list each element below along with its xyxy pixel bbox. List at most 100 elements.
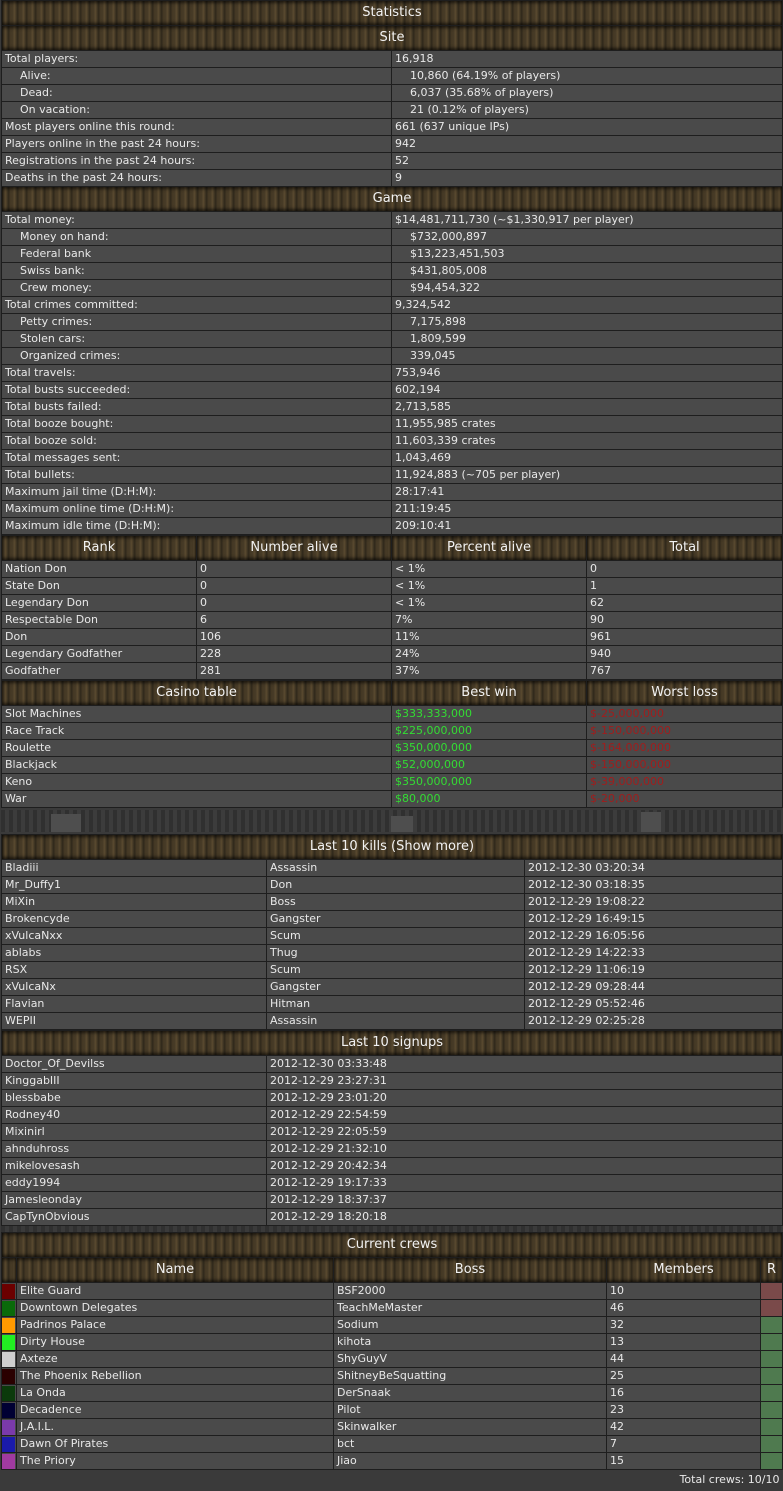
stat-value: 28:17:41 [391, 483, 783, 501]
signup-name[interactable]: ahnduhross [1, 1140, 267, 1158]
victim-name[interactable]: MiXin [1, 893, 267, 911]
signup-name[interactable]: KinggabIII [1, 1072, 267, 1090]
stat-value: 753,946 [391, 364, 783, 382]
crew-boss[interactable]: Jiao [333, 1452, 607, 1470]
crew-color-swatch [1, 1367, 17, 1385]
table-row: Doctor_Of_Devilss 2012-12-30 03:33:48 [1, 1055, 783, 1073]
signup-name[interactable]: CapTynObvious [1, 1208, 267, 1226]
signup-name[interactable]: mikelovesash [1, 1157, 267, 1175]
stat-value: 602,194 [391, 381, 783, 399]
crew-name[interactable]: The Phoenix Rebellion [16, 1367, 334, 1385]
crew-name[interactable]: Padrinos Palace [16, 1316, 334, 1334]
victim-name[interactable]: xVulcaNx [1, 978, 267, 996]
signup-time: 2012-12-30 03:33:48 [266, 1055, 783, 1073]
crew-name[interactable]: Axteze [16, 1350, 334, 1368]
best-win: $225,000,000 [391, 722, 587, 740]
crew-name[interactable]: Downtown Delegates [16, 1299, 334, 1317]
rank-column-header: Number alive [196, 535, 392, 561]
stat-value: 11,603,339 crates [391, 432, 783, 450]
stat-value: 10,860 (64.19% of players) [391, 67, 783, 85]
crew-recruiting-indicator [760, 1299, 783, 1317]
stat-label: Deaths in the past 24 hours: [1, 169, 392, 187]
stat-label: Maximum jail time (D:H:M): [1, 483, 392, 501]
crew-boss[interactable]: kihota [333, 1333, 607, 1351]
signup-name[interactable]: Rodney40 [1, 1106, 267, 1124]
signup-name[interactable]: Doctor_Of_Devilss [1, 1055, 267, 1073]
signup-time: 2012-12-29 21:32:10 [266, 1140, 783, 1158]
stat-label: Total travels: [1, 364, 392, 382]
signups-header: Last 10 signups [1, 1030, 783, 1056]
crew-boss[interactable]: Pilot [333, 1401, 607, 1419]
casino-game: Slot Machines [1, 705, 392, 723]
crew-boss[interactable]: ShitneyBeSquatting [333, 1367, 607, 1385]
rank-cell: 228 [196, 645, 392, 663]
table-row: Blackjack $52,000,000 $-150,000,000 [1, 756, 783, 774]
crew-name[interactable]: Dirty House [16, 1333, 334, 1351]
stat-label: Petty crimes: [1, 313, 392, 331]
victim-name[interactable]: Mr_Duffy1 [1, 876, 267, 894]
site-header: Site [1, 25, 783, 51]
stat-value: 16,918 [391, 50, 783, 68]
crew-boss[interactable]: DerSnaak [333, 1384, 607, 1402]
stat-row: Maximum jail time (D:H:M): 28:17:41 [1, 483, 783, 501]
crew-name[interactable]: The Priory [16, 1452, 334, 1470]
crews-header-row: Name Boss Members R [1, 1257, 783, 1283]
crew-color-swatch [1, 1350, 17, 1368]
crew-name[interactable]: Dawn Of Pirates [16, 1435, 334, 1453]
stat-label: Federal bank [1, 245, 392, 263]
rank-header-row: Rank Number alive Percent alive Total [1, 535, 783, 561]
stat-label: Dead: [1, 84, 392, 102]
table-row: The Phoenix Rebellion ShitneyBeSquatting 2… [1, 1367, 783, 1385]
crew-members: 42 [606, 1418, 761, 1436]
signup-time: 2012-12-29 20:42:34 [266, 1157, 783, 1175]
victim-name[interactable]: Brokencyde [1, 910, 267, 928]
signup-name[interactable]: blessbabe [1, 1089, 267, 1107]
stat-value: 9,324,542 [391, 296, 783, 314]
crew-members: 15 [606, 1452, 761, 1470]
victim-name[interactable]: Bladiii [1, 859, 267, 877]
table-row: Don 106 11% 961 [1, 628, 783, 646]
signup-name[interactable]: Jamesleonday [1, 1191, 267, 1209]
crew-boss[interactable]: TeachMeMaster [333, 1299, 607, 1317]
stat-value: $94,454,322 [391, 279, 783, 297]
stat-value: 209:10:41 [391, 517, 783, 535]
stat-value: $13,223,451,503 [391, 245, 783, 263]
rank-cell: Don [1, 628, 197, 646]
rank-cell: 6 [196, 611, 392, 629]
stat-row: Crew money: $94,454,322 [1, 279, 783, 297]
crew-name[interactable]: J.A.I.L. [16, 1418, 334, 1436]
victim-name[interactable]: RSX [1, 961, 267, 979]
victim-name[interactable]: xVulcaNxx [1, 927, 267, 945]
crew-name[interactable]: La Onda [16, 1384, 334, 1402]
stat-value: 11,955,985 crates [391, 415, 783, 433]
rank-cell: State Don [1, 577, 197, 595]
table-row: Respectable Don 6 7% 90 [1, 611, 783, 629]
stat-row: Dead: 6,037 (35.68% of players) [1, 84, 783, 102]
stat-value: 11,924,883 (~705 per player) [391, 466, 783, 484]
table-row: Flavian Hitman 2012-12-29 05:52:46 [1, 995, 783, 1013]
table-row: mikelovesash 2012-12-29 20:42:34 [1, 1157, 783, 1175]
crew-name[interactable]: Decadence [16, 1401, 334, 1419]
victim-rank: Hitman [266, 995, 525, 1013]
stat-value: 7,175,898 [391, 313, 783, 331]
victim-name[interactable]: ablabs [1, 944, 267, 962]
crew-boss[interactable]: ShyGuyV [333, 1350, 607, 1368]
crew-name[interactable]: Elite Guard [16, 1282, 334, 1300]
crew-column-header: Name [16, 1257, 334, 1283]
table-row: Slot Machines $333,333,000 $-25,000,000 [1, 705, 783, 723]
crew-boss[interactable]: BSF2000 [333, 1282, 607, 1300]
stat-label: Stolen cars: [1, 330, 392, 348]
crew-boss[interactable]: Skinwalker [333, 1418, 607, 1436]
kills-header[interactable]: Last 10 kills (Show more) [1, 834, 783, 860]
signup-time: 2012-12-29 18:20:18 [266, 1208, 783, 1226]
crew-boss[interactable]: bct [333, 1435, 607, 1453]
victim-name[interactable]: Flavian [1, 995, 267, 1013]
crew-boss[interactable]: Sodium [333, 1316, 607, 1334]
signup-name[interactable]: eddy1994 [1, 1174, 267, 1192]
stat-row: Total money: $14,481,711,730 (~$1,330,917… [1, 211, 783, 229]
crew-members: 7 [606, 1435, 761, 1453]
rank-cell: < 1% [391, 594, 587, 612]
kill-time: 2012-12-29 14:22:33 [524, 944, 783, 962]
signup-name[interactable]: Mixinirl [1, 1123, 267, 1141]
victim-name[interactable]: WEPII [1, 1012, 267, 1030]
